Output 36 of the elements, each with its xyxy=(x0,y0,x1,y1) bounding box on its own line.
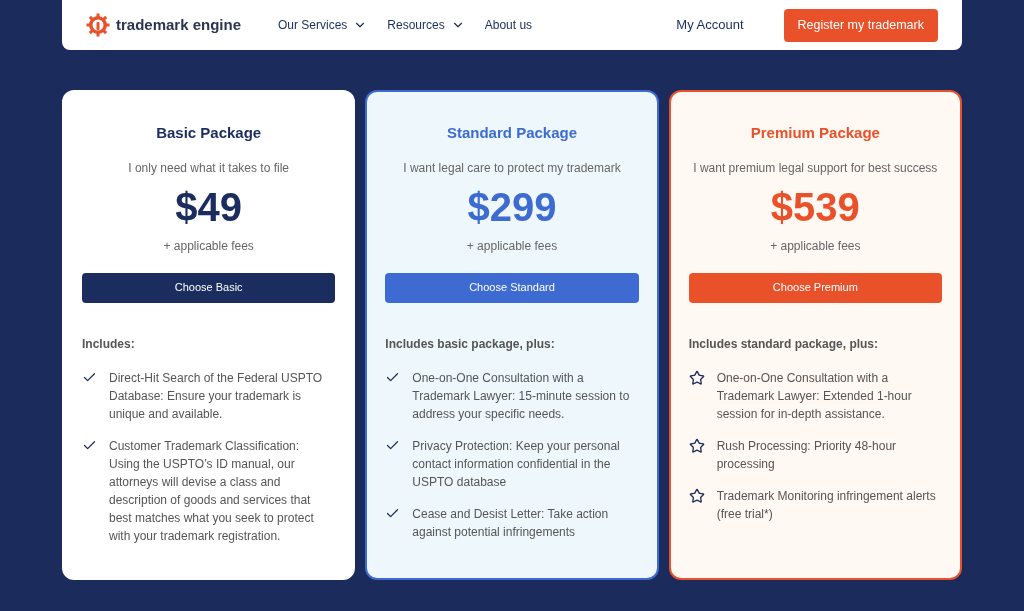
fees-note: + applicable fees xyxy=(163,237,254,255)
nav-link[interactable]: About us xyxy=(484,16,533,34)
plan-price: $299 xyxy=(467,183,557,231)
nav-link[interactable]: Resources xyxy=(387,16,465,34)
fees-note: + applicable fees xyxy=(770,237,861,255)
star-icon xyxy=(688,369,705,386)
feature-text: Customer Trademark Classification: Using the USPTO’s ID manual, our attorneys will devise a class and description of goods and services that best matches what you seek to protect with your trademark registration. xyxy=(109,437,315,545)
plan-price: $539 xyxy=(770,183,860,231)
feature-text: Rush Processing: Priority 48-hour processing xyxy=(716,437,898,473)
star-icon xyxy=(688,487,705,504)
includes-heading: Includes: xyxy=(82,335,135,353)
feature-text: One-on-One Consultation with a Trademark Lawyer: 15-minute session to address your specific needs. xyxy=(412,369,631,423)
feature-text: Privacy Protection: Keep your personal contact information confidential in the USPTO database xyxy=(412,437,621,491)
includes-heading: Includes standard package, plus: xyxy=(688,335,879,353)
feature-text: Cease and Desist Letter: Take action against potential infringements xyxy=(412,505,610,541)
plan-tagline: I want legal care to protect my trademark xyxy=(403,159,621,177)
nav-link[interactable]: Our Services xyxy=(278,16,368,34)
feature-text: Direct-Hit Search of the Federal USPTO Database: Ensure your trademark is unique and available. xyxy=(109,369,324,423)
plan-title: Basic Package xyxy=(156,123,262,143)
brand-name[interactable]: trademark engine xyxy=(116,13,242,37)
account-link[interactable]: My Account xyxy=(676,15,744,35)
plan-title: Premium Package xyxy=(750,123,880,143)
plan-price: $49 xyxy=(175,183,243,231)
plan-tagline: I only need what it takes to file xyxy=(128,159,290,177)
fees-note: + applicable fees xyxy=(466,237,558,255)
gear-logo-icon xyxy=(86,13,110,37)
feature-text: One-on-One Consultation with a Trademark Lawyer: Extended 1-hour session for in-depth assistance. xyxy=(716,369,913,423)
register-button[interactable]: Register my trademark xyxy=(783,8,938,42)
includes-heading: Includes basic package, plus: xyxy=(385,335,555,353)
choose-button[interactable]: Choose Premium xyxy=(688,272,942,303)
plan-title: Standard Package xyxy=(446,123,577,143)
choose-button[interactable]: Choose Basic xyxy=(82,272,336,303)
star-icon xyxy=(688,437,705,454)
plan-tagline: I want premium legal support for best success xyxy=(693,159,938,177)
feature-text: Trademark Monitoring infringement alerts (free trial*) xyxy=(716,487,937,523)
choose-button[interactable]: Choose Standard xyxy=(385,272,639,303)
